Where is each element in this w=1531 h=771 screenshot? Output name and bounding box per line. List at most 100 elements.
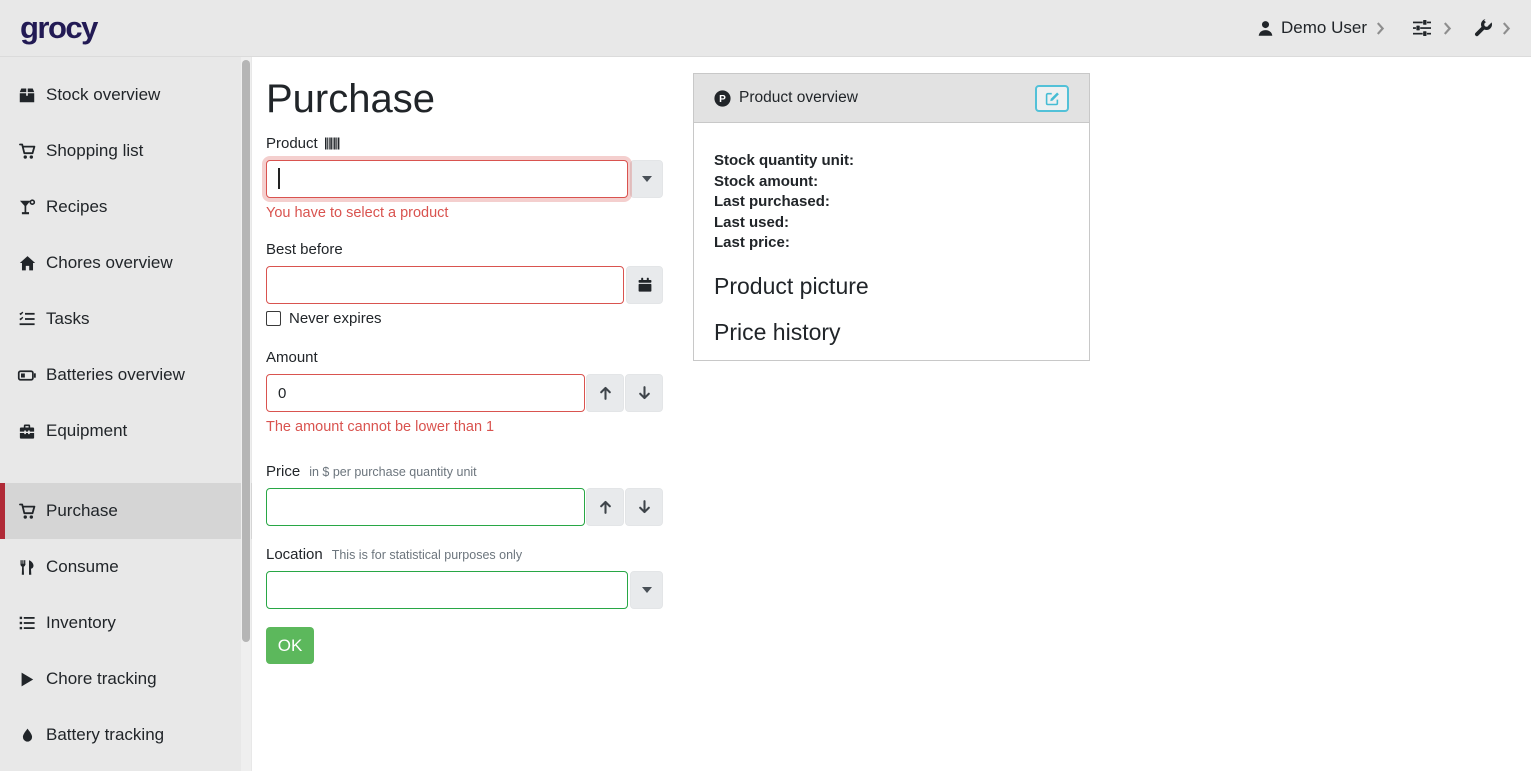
- product-dropdown-button[interactable]: [630, 160, 663, 198]
- sidebar-item-label: Chores overview: [46, 253, 173, 273]
- sidebar-item-label: Stock overview: [46, 85, 160, 105]
- product-overview-body: Stock quantity unit: Stock amount: Last …: [694, 123, 1089, 362]
- sidebar-item-equipment[interactable]: Equipment: [0, 403, 252, 459]
- box-icon: [17, 87, 37, 104]
- page-title: Purchase: [266, 75, 678, 123]
- header-right-menu: Demo User: [1257, 18, 1511, 38]
- admin-menu[interactable]: [1473, 18, 1493, 38]
- last-price-label: Last price:: [714, 233, 1069, 254]
- main-content: Purchase Product You have to select a pr…: [252, 57, 1531, 771]
- sidebar-scrollbar-track[interactable]: [241, 57, 251, 771]
- sidebar-item-label: Consume: [46, 557, 119, 577]
- sidebar-item-label: Inventory: [46, 613, 116, 633]
- sidebar-item-battery-tracking[interactable]: Battery tracking: [0, 707, 252, 763]
- location-label-row: Location This is for statistical purpose…: [266, 546, 678, 563]
- amount-label: Amount: [266, 349, 318, 366]
- price-decrement-button[interactable]: [625, 488, 663, 526]
- product-overview-title: Product overview: [739, 89, 858, 107]
- product-error-text: You have to select a product: [266, 205, 678, 221]
- last-used-label: Last used:: [714, 213, 1069, 234]
- caret-down-icon: [642, 587, 652, 593]
- arrow-down-icon: [637, 385, 652, 401]
- list-icon: [17, 615, 37, 631]
- caret-down-icon: [642, 176, 652, 182]
- sidebar-nav: Stock overview Shopping list Recipes Cho…: [0, 57, 252, 771]
- amount-error-text: The amount cannot be lower than 1: [266, 419, 678, 435]
- location-label: Location: [266, 546, 323, 563]
- shopping-cart-icon: [17, 503, 37, 520]
- best-before-label-row: Best before: [266, 241, 678, 258]
- product-overview-card: P Product overview Stock quantity unit: …: [693, 73, 1090, 361]
- barcode-icon[interactable]: [325, 137, 340, 150]
- sidebar-item-tasks[interactable]: Tasks: [0, 291, 252, 347]
- arrow-down-icon: [637, 499, 652, 515]
- sidebar-item-chores-overview[interactable]: Chores overview: [0, 235, 252, 291]
- purchase-form: Purchase Product You have to select a pr…: [252, 57, 692, 676]
- never-expires-row: Never expires: [266, 310, 678, 327]
- sidebar-item-consume[interactable]: Consume: [0, 539, 252, 595]
- product-picture-heading: Product picture: [714, 273, 1069, 300]
- last-purchased-label: Last purchased:: [714, 192, 1069, 213]
- product-overview-header: P Product overview: [694, 74, 1089, 123]
- amount-increment-button[interactable]: [586, 374, 624, 412]
- sidebar-item-shopping-list[interactable]: Shopping list: [0, 123, 252, 179]
- sidebar-item-batteries-overview[interactable]: Batteries overview: [0, 347, 252, 403]
- sidebar-item-label: Purchase: [46, 501, 118, 521]
- sidebar-item-stock-overview[interactable]: Stock overview: [0, 67, 252, 123]
- arrow-up-icon: [598, 385, 613, 401]
- chevron-right-icon[interactable]: [1443, 22, 1452, 35]
- user-icon: [1257, 20, 1274, 37]
- user-label: Demo User: [1281, 18, 1367, 38]
- price-increment-button[interactable]: [586, 488, 624, 526]
- settings-menu[interactable]: [1410, 19, 1434, 37]
- sidebar-item-label: Chore tracking: [46, 669, 157, 689]
- calendar-button[interactable]: [626, 266, 663, 304]
- user-menu[interactable]: Demo User: [1257, 18, 1367, 38]
- utensils-icon: [17, 559, 37, 576]
- sliders-icon: [1410, 19, 1434, 37]
- sidebar-item-recipes[interactable]: Recipes: [0, 179, 252, 235]
- amount-input[interactable]: [266, 374, 585, 412]
- battery-icon: [17, 368, 37, 383]
- never-expires-label: Never expires: [289, 310, 382, 327]
- toolbox-icon: [17, 423, 37, 440]
- chevron-right-icon[interactable]: [1376, 22, 1385, 35]
- droplet-icon: [17, 727, 37, 744]
- best-before-input[interactable]: [266, 266, 624, 304]
- app-logo[interactable]: grocy: [20, 10, 97, 46]
- location-input[interactable]: [266, 571, 628, 609]
- price-label: Price: [266, 463, 300, 480]
- product-label-row: Product: [266, 135, 678, 152]
- sidebar-item-label: Batteries overview: [46, 365, 185, 385]
- top-header: grocy Demo User: [0, 0, 1531, 57]
- never-expires-checkbox[interactable]: [266, 311, 281, 326]
- product-circle-icon: P: [714, 90, 731, 107]
- wrench-icon: [1473, 18, 1493, 38]
- calendar-icon: [637, 277, 653, 293]
- location-dropdown-button[interactable]: [630, 571, 663, 609]
- tasks-icon: [17, 311, 37, 327]
- cocktail-icon: [17, 199, 37, 216]
- sidebar-divider-gap: [0, 459, 252, 483]
- text-cursor: [278, 168, 280, 189]
- home-icon: [17, 255, 37, 272]
- price-history-heading: Price history: [714, 319, 1069, 346]
- svg-text:P: P: [719, 94, 726, 105]
- arrow-up-icon: [598, 499, 613, 515]
- sidebar-item-chore-tracking[interactable]: Chore tracking: [0, 651, 252, 707]
- chevron-right-icon[interactable]: [1502, 22, 1511, 35]
- sidebar-scrollbar-thumb[interactable]: [242, 60, 250, 642]
- amount-label-row: Amount: [266, 349, 678, 366]
- price-input[interactable]: [266, 488, 585, 526]
- stock-quantity-unit-label: Stock quantity unit:: [714, 151, 1069, 172]
- sidebar-item-purchase[interactable]: Purchase: [0, 483, 252, 539]
- best-before-label: Best before: [266, 241, 343, 258]
- edit-product-button[interactable]: [1035, 85, 1069, 112]
- price-label-row: Price in $ per purchase quantity unit: [266, 463, 678, 480]
- sidebar-item-inventory[interactable]: Inventory: [0, 595, 252, 651]
- amount-decrement-button[interactable]: [625, 374, 663, 412]
- product-input[interactable]: [266, 160, 628, 198]
- sidebar-item-label: Shopping list: [46, 141, 143, 161]
- sidebar-item-label: Battery tracking: [46, 725, 164, 745]
- ok-button[interactable]: OK: [266, 627, 314, 664]
